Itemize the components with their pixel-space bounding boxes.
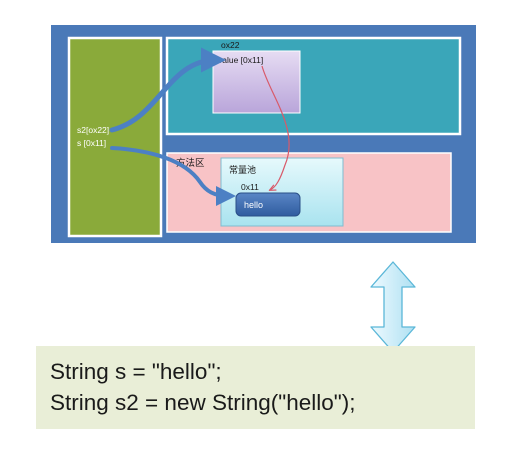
pool-item-hello-label: hello: [244, 200, 263, 210]
stack-area: [67, 36, 163, 238]
stack-var-s2: s2[ox22]: [77, 125, 109, 135]
stack-var-s: s [0x11]: [77, 138, 106, 148]
pool-item-address: 0x11: [241, 182, 259, 192]
code-snippet: String s = "hello"; String s2 = new Stri…: [36, 346, 475, 429]
code-line-2: String s2 = new String("hello");: [50, 390, 356, 415]
constant-pool-label: 常量池: [229, 164, 256, 176]
double-arrow-icon: [370, 261, 416, 353]
heap-object-field: value [0x11]: [218, 55, 263, 65]
heap-area: [165, 36, 462, 136]
code-line-1: String s = "hello";: [50, 359, 222, 384]
heap-object-address: ox22: [221, 40, 240, 50]
